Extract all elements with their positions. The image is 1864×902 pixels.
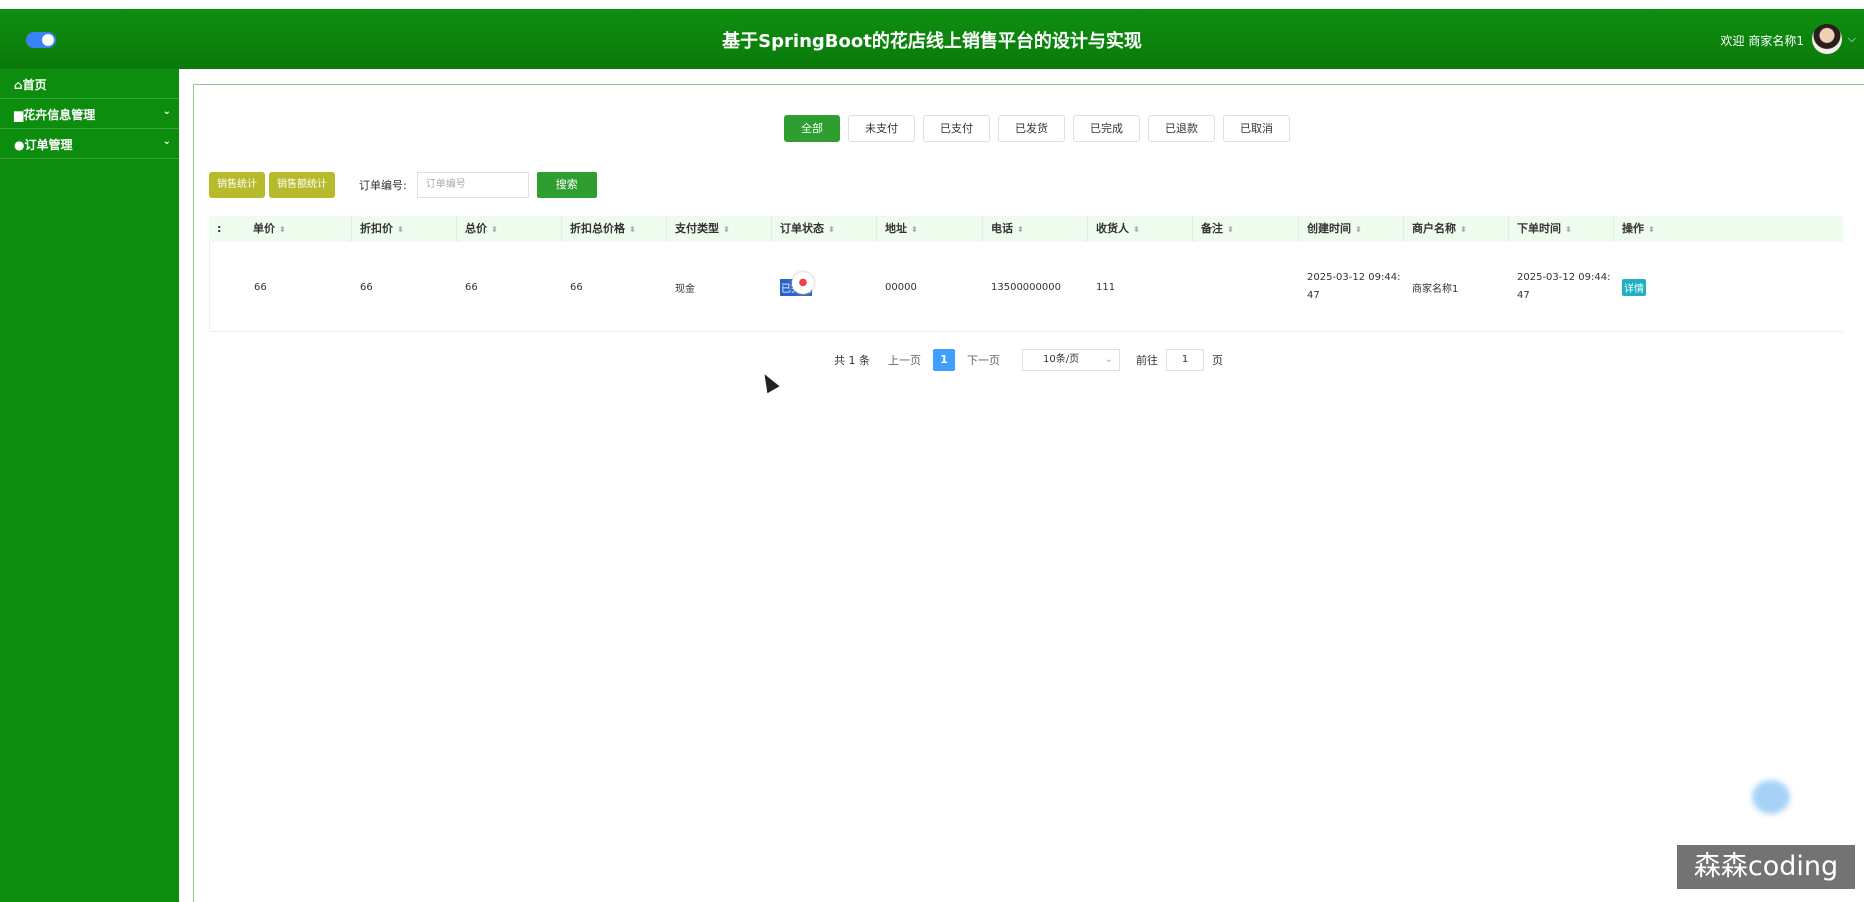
column-header-created-at[interactable]: 创建时间 ⬍ [1298,216,1403,242]
main-content: 全部 未支付 已支付 已发货 已完成 已退款 已取消 销售统计 销售额统计 订单… [193,84,1864,902]
user-avatar[interactable] [1812,24,1842,54]
tab-refunded[interactable]: 已退款 [1148,115,1215,142]
column-header-receiver[interactable]: 收货人 ⬍ [1087,216,1192,242]
table-row: 66 66 66 66 现金 ● 已完成 00000 13500000000 1… [209,242,1843,332]
tab-cancelled[interactable]: 已取消 [1223,115,1290,142]
cell-unit-price: 66 [254,281,267,293]
tab-all[interactable]: 全部 [784,115,840,142]
column-header-merchant[interactable]: 商户名称 ⬍ [1403,216,1508,242]
watermark: 森森coding [1677,845,1855,889]
column-header-total-price[interactable]: 总价 ⬍ [456,216,561,242]
column-header-scroll: : [217,222,222,235]
column-header-remark[interactable]: 备注 ⬍ [1192,216,1298,242]
floating-assistant-icon[interactable] [1752,780,1790,814]
cell-phone: 13500000000 [991,281,1061,293]
cell-actions: 详情 [1614,242,1646,332]
page-number-current[interactable]: 1 [933,349,955,371]
app-title: 基于SpringBoot的花店线上销售平台的设计与实现 [722,31,1142,52]
sort-icon[interactable]: ⬍ [1355,225,1362,234]
tab-unpaid[interactable]: 未支付 [848,115,915,142]
column-header-discount-total[interactable]: 折扣总价格 ⬍ [561,216,666,242]
column-header-discount-price[interactable]: 折扣价 ⬍ [351,216,456,242]
sort-icon[interactable]: ⬍ [1565,225,1572,234]
cell-address: 00000 [885,281,917,293]
sort-icon[interactable]: ⬍ [723,225,730,234]
sort-icon[interactable]: ⬍ [397,225,404,234]
cell-remark [1193,242,1201,332]
sidebar-item-label: ▆花卉信息管理 [14,108,96,122]
search-label: 订单编号: [359,179,407,192]
sort-icon[interactable]: ⬍ [911,225,918,234]
emoji-icon[interactable]: ● [792,272,814,294]
detail-button[interactable]: 详情 [1622,278,1646,296]
sidebar-item-flower-management[interactable]: ▆花卉信息管理 ⌄ [0,99,179,129]
table-header: : 单价 ⬍ 折扣价 ⬍ 总价 ⬍ 折扣总价格 ⬍ 支付类型 ⬍ 订单状态 ⬍ 地址 ⬍ 电话… [209,216,1843,242]
goto-page-input[interactable]: 1 [1166,349,1204,371]
sort-icon[interactable]: ⬍ [279,225,286,234]
sort-icon[interactable]: ⬍ [491,225,498,234]
sidebar-item-home[interactable]: ⌂首页 [0,69,179,99]
prev-page-button[interactable]: 上一页 [888,352,921,368]
column-header-phone[interactable]: 电话 ⬍ [982,216,1087,242]
cell-status: ● 已完成 [772,242,877,332]
revenue-stats-button[interactable]: 销售额统计 [269,172,335,198]
cell-pay-type: 现金 [675,283,695,295]
sidebar-item-order-management[interactable]: ●订单管理 ⌄ [0,129,179,159]
sort-icon[interactable]: ⬍ [1460,225,1467,234]
tab-paid[interactable]: 已支付 [923,115,990,142]
goto-label: 前往 [1136,354,1158,367]
cell-order-time: 2025-03-12 09:44: 47 [1517,272,1611,301]
orders-table: : 单价 ⬍ 折扣价 ⬍ 总价 ⬍ 折扣总价格 ⬍ 支付类型 ⬍ 订单状态 ⬍ 地址 ⬍ 电话… [209,216,1843,332]
sidebar-item-label: ●订单管理 [14,138,73,152]
cell-merchant: 商家名称1 [1412,283,1459,295]
page-size-select[interactable]: 10条/页 ⌄ [1022,349,1120,371]
column-header-actions[interactable]: 操作 ⬍ [1613,216,1843,242]
next-page-button[interactable]: 下一页 [967,352,1000,368]
column-header-unit-price[interactable]: 单价 ⬍ [245,216,351,242]
sort-icon[interactable]: ⬍ [828,225,835,234]
sort-icon[interactable]: ⬍ [1017,225,1024,234]
sidebar: ⌂首页 ▆花卉信息管理 ⌄ ●订单管理 ⌄ [0,69,179,902]
pagination: 共 1 条 上一页 1 下一页 10条/页 ⌄ 前往 1 页 [834,349,1223,371]
column-header-order-time[interactable]: 下单时间 ⬍ [1508,216,1613,242]
pagination-total: 共 1 条 [834,354,870,367]
chevron-down-icon[interactable]: ⌵ [1848,32,1856,46]
search-button[interactable]: 搜索 [536,172,597,198]
order-number-input[interactable]: 订单编号 [416,172,529,198]
sidebar-item-label: ⌂首页 [14,78,47,92]
sort-icon[interactable]: ⬍ [1133,225,1140,234]
sort-icon[interactable]: ⬍ [1227,225,1234,234]
top-header: 基于SpringBoot的花店线上销售平台的设计与实现 欢迎 商家名称1 ⌵ [0,9,1864,69]
column-header-status[interactable]: 订单状态 ⬍ [771,216,876,242]
cell-discount-total: 66 [570,281,583,293]
toolbar: 销售统计 销售额统计 订单编号: 订单编号 搜索 [209,172,597,198]
order-status-tabs: 全部 未支付 已支付 已发货 已完成 已退款 已取消 [784,115,1290,142]
chevron-down-icon: ⌄ [1104,354,1113,365]
cell-discount-price: 66 [360,281,373,293]
page-unit-label: 页 [1212,354,1223,367]
chevron-down-icon: ⌄ [162,106,171,117]
cell-created-at: 2025-03-12 09:44: 47 [1307,272,1401,301]
chevron-down-icon: ⌄ [162,136,171,147]
cell-receiver: 111 [1096,281,1116,293]
sales-stats-button[interactable]: 销售统计 [209,172,265,198]
column-header-pay-type[interactable]: 支付类型 ⬍ [666,216,771,242]
tab-completed[interactable]: 已完成 [1073,115,1140,142]
tab-shipped[interactable]: 已发货 [998,115,1065,142]
sort-icon[interactable]: ⬍ [1648,225,1655,234]
column-header-address[interactable]: 地址 ⬍ [876,216,982,242]
cell-total-price: 66 [465,281,478,293]
sort-icon[interactable]: ⬍ [629,225,636,234]
welcome-text: 欢迎 商家名称1 [1720,34,1804,48]
